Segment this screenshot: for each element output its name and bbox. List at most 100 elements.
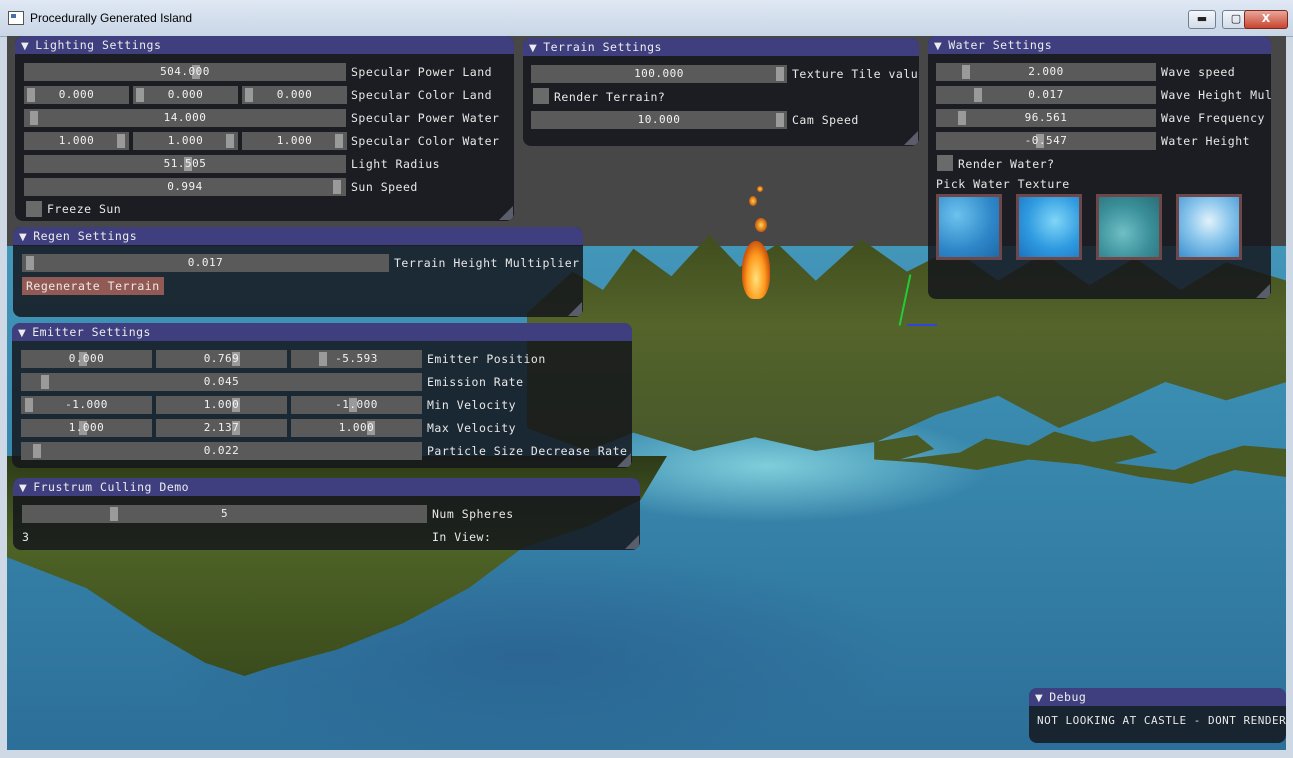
collapse-arrow-icon[interactable]: ▼ — [529, 40, 537, 58]
regen-settings-panel[interactable]: ▼ Regen Settings 0.017 Terrain Height Mul… — [13, 227, 583, 317]
regenerate-terrain-button[interactable]: Regenerate Terrain — [22, 277, 164, 295]
resize-grip[interactable] — [617, 453, 631, 467]
terrain-settings-panel[interactable]: ▼ Terrain Settings 100.000 Texture Tile v… — [523, 38, 919, 146]
slider-label: Water Height — [1161, 134, 1251, 148]
emitter-position-z[interactable]: -5.593 — [291, 350, 422, 368]
panel-title: Emitter Settings — [32, 325, 151, 339]
checkbox-label: Freeze Sun — [47, 202, 122, 216]
slider-label: Particle Size Decrease Rate — [427, 444, 628, 458]
checkbox-label: Render Terrain? — [554, 90, 666, 104]
resize-grip[interactable] — [568, 302, 582, 316]
debug-message: NOT LOOKING AT CASTLE - DONT RENDER — [1037, 714, 1286, 727]
specular-color-water-g[interactable]: 1.000 — [133, 132, 238, 150]
pick-texture-label: Pick Water Texture — [936, 177, 1070, 191]
cam-speed-slider[interactable]: 10.000 — [531, 111, 787, 129]
panel-header[interactable]: ▼ Debug — [1029, 688, 1286, 706]
app-window-icon — [8, 11, 24, 25]
collapse-arrow-icon[interactable]: ▼ — [18, 325, 26, 343]
resize-grip[interactable] — [1256, 284, 1270, 298]
panel-title: Regen Settings — [33, 229, 138, 243]
specular-color-land-b[interactable]: 0.000 — [242, 86, 347, 104]
specular-color-land-r[interactable]: 0.000 — [24, 86, 129, 104]
resize-grip[interactable] — [904, 131, 918, 145]
emitter-settings-panel[interactable]: ▼ Emitter Settings 0.000 0.769 -5.593 Emi… — [12, 323, 632, 468]
collapse-arrow-icon[interactable]: ▼ — [19, 480, 27, 498]
panel-title: Terrain Settings — [543, 40, 662, 54]
slider-label: Texture Tile value — [792, 67, 919, 81]
water-texture-3[interactable] — [1096, 194, 1162, 260]
slider-label: Specular Color Land — [351, 88, 493, 102]
particle-ember — [755, 218, 767, 232]
window-title: Procedurally Generated Island — [30, 11, 193, 25]
water-texture-1[interactable] — [936, 194, 1002, 260]
terrain-height-multiplier-slider[interactable]: 0.017 — [22, 254, 389, 272]
wave-frequency-slider[interactable]: 96.561 — [936, 109, 1156, 127]
max-velocity-x[interactable]: 1.000 — [21, 419, 152, 437]
debug-panel[interactable]: ▼ Debug NOT LOOKING AT CASTLE - DONT REND… — [1029, 688, 1286, 743]
collapse-arrow-icon[interactable]: ▼ — [1035, 690, 1043, 708]
collapse-arrow-icon[interactable]: ▼ — [19, 229, 27, 247]
slider-label: Specular Power Land — [351, 65, 493, 79]
specular-color-land-g[interactable]: 0.000 — [133, 86, 238, 104]
resize-grip[interactable] — [625, 535, 639, 549]
water-height-slider[interactable]: -0.547 — [936, 132, 1156, 150]
collapse-arrow-icon[interactable]: ▼ — [934, 38, 942, 56]
render-water-checkbox[interactable] — [937, 155, 953, 171]
sun-speed-slider[interactable]: 0.994 — [24, 178, 346, 196]
particle-ember — [749, 196, 757, 206]
minimize-button[interactable]: ▬ — [1188, 10, 1216, 29]
panel-title: Lighting Settings — [35, 38, 162, 52]
emitter-position-y[interactable]: 0.769 — [156, 350, 287, 368]
in-view-count: 3 — [22, 530, 30, 544]
collapse-arrow-icon[interactable]: ▼ — [21, 38, 29, 56]
light-radius-slider[interactable]: 51.505 — [24, 155, 346, 173]
panel-title: Water Settings — [948, 38, 1053, 52]
emission-rate-slider[interactable]: 0.045 — [21, 373, 422, 391]
resize-grip[interactable] — [499, 206, 513, 220]
min-velocity-y[interactable]: 1.000 — [156, 396, 287, 414]
slider-label: Num Spheres — [432, 507, 514, 521]
water-texture-2[interactable] — [1016, 194, 1082, 260]
specular-power-land-slider[interactable]: 504.000 — [24, 63, 346, 81]
specular-color-water-r[interactable]: 1.000 — [24, 132, 129, 150]
specular-power-water-slider[interactable]: 14.000 — [24, 109, 346, 127]
close-button[interactable]: X — [1244, 10, 1288, 29]
island-outcrops — [874, 431, 1286, 484]
panel-header[interactable]: ▼ Emitter Settings — [12, 323, 632, 341]
slider-label: Specular Color Water — [351, 134, 500, 148]
freeze-sun-checkbox[interactable] — [26, 201, 42, 217]
panel-header[interactable]: ▼ Terrain Settings — [523, 38, 919, 56]
min-velocity-x[interactable]: -1.000 — [21, 396, 152, 414]
min-velocity-z[interactable]: -1.000 — [291, 396, 422, 414]
panel-title: Debug — [1049, 690, 1087, 704]
in-view-label: In View: — [432, 530, 492, 544]
render-terrain-checkbox[interactable] — [533, 88, 549, 104]
slider-label: Wave Frequency — [1161, 111, 1265, 125]
water-texture-4[interactable] — [1176, 194, 1242, 260]
specular-color-water-b[interactable]: 1.000 — [242, 132, 347, 150]
wave-speed-slider[interactable]: 2.000 — [936, 63, 1156, 81]
particle-size-decrease-slider[interactable]: 0.022 — [21, 442, 422, 460]
panel-header[interactable]: ▼ Water Settings — [928, 36, 1271, 54]
max-velocity-z[interactable]: 1.000 — [291, 419, 422, 437]
slider-label: Light Radius — [351, 157, 441, 171]
slider-label: Min Velocity — [427, 398, 517, 412]
emitter-position-x[interactable]: 0.000 — [21, 350, 152, 368]
texture-tile-slider[interactable]: 100.000 — [531, 65, 787, 83]
max-velocity-y[interactable]: 2.137 — [156, 419, 287, 437]
wave-height-slider[interactable]: 0.017 — [936, 86, 1156, 104]
frustrum-culling-panel[interactable]: ▼ Frustrum Culling Demo 5 Num Spheres 3 I… — [13, 478, 640, 550]
slider-label: Terrain Height Multiplier — [394, 256, 580, 270]
panel-header[interactable]: ▼ Frustrum Culling Demo — [13, 478, 640, 496]
water-settings-panel[interactable]: ▼ Water Settings 2.000 Wave speed 0.017 W… — [928, 36, 1271, 299]
num-spheres-slider[interactable]: 5 — [22, 505, 427, 523]
lighting-settings-panel[interactable]: ▼ Lighting Settings 504.000 Specular Powe… — [15, 36, 514, 221]
particle-ember — [757, 186, 763, 192]
panel-header[interactable]: ▼ Regen Settings — [13, 227, 583, 245]
slider-label: Emission Rate — [427, 375, 524, 389]
checkbox-label: Render Water? — [958, 157, 1055, 171]
axis-gizmo-x — [907, 324, 937, 326]
slider-label: Sun Speed — [351, 180, 418, 194]
slider-label: Max Velocity — [427, 421, 517, 435]
panel-header[interactable]: ▼ Lighting Settings — [15, 36, 514, 54]
